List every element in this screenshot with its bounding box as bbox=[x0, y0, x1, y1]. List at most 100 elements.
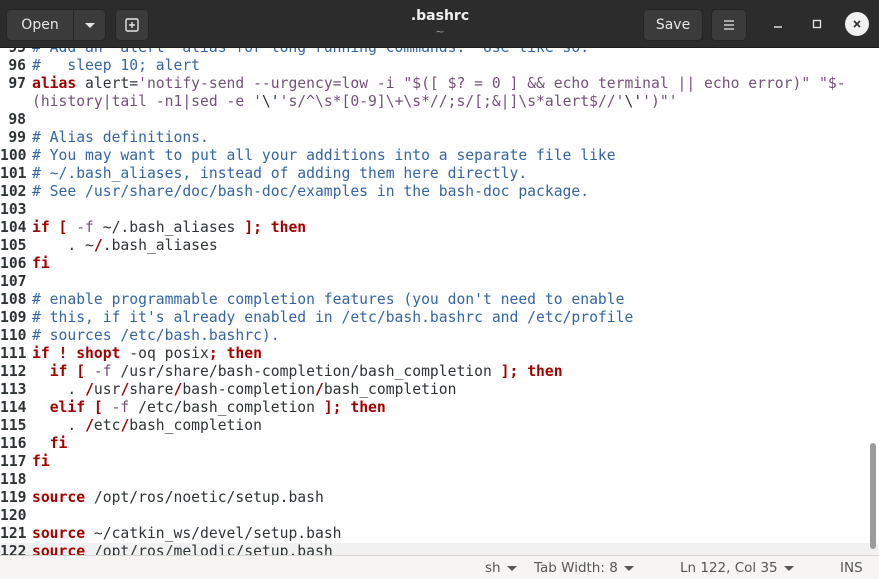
code-line[interactable]: (history|tail -n1|sed -e '\''s/^\s*[0-9]… bbox=[0, 93, 879, 111]
line-text: # Add an "alert" alias for long running … bbox=[32, 48, 589, 57]
hamburger-menu-button[interactable] bbox=[711, 9, 747, 41]
line-number: 97 bbox=[8, 75, 26, 92]
close-icon bbox=[853, 20, 861, 28]
line-number: 110 bbox=[0, 327, 27, 344]
code-line[interactable]: 117 fi bbox=[0, 453, 879, 471]
line-text: # See /usr/share/doc/bash-doc/examples i… bbox=[32, 183, 590, 200]
header-bar: Open .bashrc ~ Save bbox=[0, 0, 879, 48]
line-text: if [ -f ~/.bash_aliases ]; then bbox=[32, 219, 307, 236]
vertical-scrollbar[interactable] bbox=[870, 443, 876, 549]
code-line[interactable]: 121 source ~/catkin_ws/devel/setup.bash bbox=[0, 525, 879, 543]
code-line[interactable]: 112 if [ -f /usr/share/bash-completion/b… bbox=[0, 363, 879, 381]
code-line[interactable]: 105 . ~/.bash_aliases bbox=[0, 237, 879, 255]
code-line[interactable]: 109 # this, if it's already enabled in /e… bbox=[0, 309, 879, 327]
window-title-area: .bashrc ~ bbox=[340, 8, 540, 38]
code-line[interactable]: 115 . /etc/bash_completion bbox=[0, 417, 879, 435]
line-number: 112 bbox=[0, 363, 27, 380]
code-line[interactable]: 96 # sleep 10; alert bbox=[0, 57, 879, 75]
line-number: 115 bbox=[0, 417, 27, 434]
chevron-down-icon bbox=[623, 565, 634, 571]
line-number: 96 bbox=[8, 57, 26, 74]
line-text: # enable programmable completion feature… bbox=[32, 291, 625, 308]
line-text: source ~/catkin_ws/devel/setup.bash bbox=[32, 525, 342, 542]
line-number: 117 bbox=[0, 453, 27, 470]
line-text: if ! shopt -oq posix; then bbox=[32, 345, 262, 362]
document-path: ~ bbox=[435, 25, 445, 38]
line-text: # sources /etc/bash.bashrc). bbox=[32, 327, 280, 344]
document-title: .bashrc bbox=[410, 8, 470, 24]
line-number: 119 bbox=[0, 489, 27, 506]
new-tab-icon bbox=[125, 18, 139, 32]
code-line[interactable]: 100 # You may want to put all your additi… bbox=[0, 147, 879, 165]
line-number: 98 bbox=[8, 111, 26, 128]
code-line[interactable]: 98 bbox=[0, 111, 879, 129]
line-text: # ~/.bash_aliases, instead of adding the… bbox=[32, 165, 528, 182]
text-editor[interactable]: 95 # Add an "alert" alias for long runnin… bbox=[0, 48, 879, 555]
line-number: 114 bbox=[0, 399, 27, 416]
cursor-position-label: Ln 122, Col 35 bbox=[680, 560, 778, 576]
line-number: 109 bbox=[0, 309, 27, 326]
status-bar: sh Tab Width: 8 Ln 122, Col 35 INS bbox=[0, 555, 879, 579]
line-number: 122 bbox=[0, 543, 27, 555]
code-line[interactable]: 101 # ~/.bash_aliases, instead of adding … bbox=[0, 165, 879, 183]
code-line[interactable]: 113 . /usr/share/bash-completion/bash_co… bbox=[0, 381, 879, 399]
line-number: 99 bbox=[8, 129, 26, 146]
line-number: 121 bbox=[0, 525, 27, 542]
line-number: 111 bbox=[0, 345, 27, 362]
code-line[interactable]: 107 bbox=[0, 273, 879, 291]
cursor-position-selector[interactable]: Ln 122, Col 35 bbox=[680, 560, 794, 576]
line-number: 102 bbox=[0, 183, 27, 200]
maximize-icon bbox=[812, 19, 822, 29]
open-button[interactable]: Open bbox=[6, 9, 106, 41]
insert-mode-label: INS bbox=[840, 560, 863, 576]
code-line[interactable]: 120 bbox=[0, 507, 879, 525]
code-line[interactable]: 110 # sources /etc/bash.bashrc). bbox=[0, 327, 879, 345]
line-text: fi bbox=[32, 255, 50, 272]
line-number: 101 bbox=[0, 165, 27, 182]
code-line[interactable]: 116 fi bbox=[0, 435, 879, 453]
language-selector[interactable]: sh bbox=[485, 560, 517, 576]
code-line[interactable]: 104 if [ -f ~/.bash_aliases ]; then bbox=[0, 219, 879, 237]
code-line[interactable]: 102 # See /usr/share/doc/bash-doc/example… bbox=[0, 183, 879, 201]
code-line[interactable]: 108 # enable programmable completion feat… bbox=[0, 291, 879, 309]
line-text: . ~/.bash_aliases bbox=[32, 237, 218, 254]
code-line[interactable]: 111 if ! shopt -oq posix; then bbox=[0, 345, 879, 363]
line-text: fi bbox=[32, 453, 50, 470]
line-text: # Alias definitions. bbox=[32, 129, 209, 146]
line-text: . /etc/bash_completion bbox=[32, 417, 262, 434]
minimize-button[interactable] bbox=[766, 12, 790, 36]
code-line[interactable]: 122 source /opt/ros/melodic/setup.bash bbox=[0, 543, 879, 555]
line-text: (history|tail -n1|sed -e '\''s/^\s*[0-9]… bbox=[32, 93, 678, 110]
maximize-button[interactable] bbox=[805, 12, 829, 36]
code-line[interactable]: 103 bbox=[0, 201, 879, 219]
code-line[interactable]: 106 fi bbox=[0, 255, 879, 273]
code-line[interactable]: 118 bbox=[0, 471, 879, 489]
line-text: . /usr/share/bash-completion/bash_comple… bbox=[32, 381, 457, 398]
line-number: 118 bbox=[0, 471, 27, 488]
line-number: 108 bbox=[0, 291, 27, 308]
code-line[interactable]: 114 elif [ -f /etc/bash_completion ]; th… bbox=[0, 399, 879, 417]
code-line[interactable]: 119 source /opt/ros/noetic/setup.bash bbox=[0, 489, 879, 507]
tab-width-label: Tab Width: 8 bbox=[534, 560, 618, 576]
line-number: 116 bbox=[0, 435, 27, 452]
line-text: fi bbox=[49, 435, 68, 452]
save-button[interactable]: Save bbox=[643, 9, 703, 41]
close-button[interactable] bbox=[845, 12, 869, 36]
new-document-button[interactable] bbox=[115, 9, 149, 41]
line-number: 95 bbox=[0, 48, 26, 57]
code-line[interactable]: 99 # Alias definitions. bbox=[0, 129, 879, 147]
line-number: 113 bbox=[0, 381, 27, 398]
insert-mode-indicator[interactable]: INS bbox=[840, 560, 863, 576]
code-line[interactable]: 95 # Add an "alert" alias for long runnin… bbox=[0, 48, 879, 57]
minimize-icon bbox=[774, 26, 782, 28]
line-number: 100 bbox=[0, 147, 27, 164]
chevron-down-icon bbox=[84, 22, 95, 28]
chevron-down-icon bbox=[506, 565, 517, 571]
line-number: 105 bbox=[0, 237, 27, 254]
code-line[interactable]: 97 alias alert='notify-send --urgency=low… bbox=[0, 75, 879, 93]
open-dropdown-button[interactable] bbox=[74, 10, 105, 40]
line-text: alias alert='notify-send --urgency=low -… bbox=[32, 75, 846, 92]
tab-width-selector[interactable]: Tab Width: 8 bbox=[534, 560, 634, 576]
save-button-label: Save bbox=[655, 17, 691, 33]
line-text: # You may want to put all your additions… bbox=[32, 147, 616, 164]
